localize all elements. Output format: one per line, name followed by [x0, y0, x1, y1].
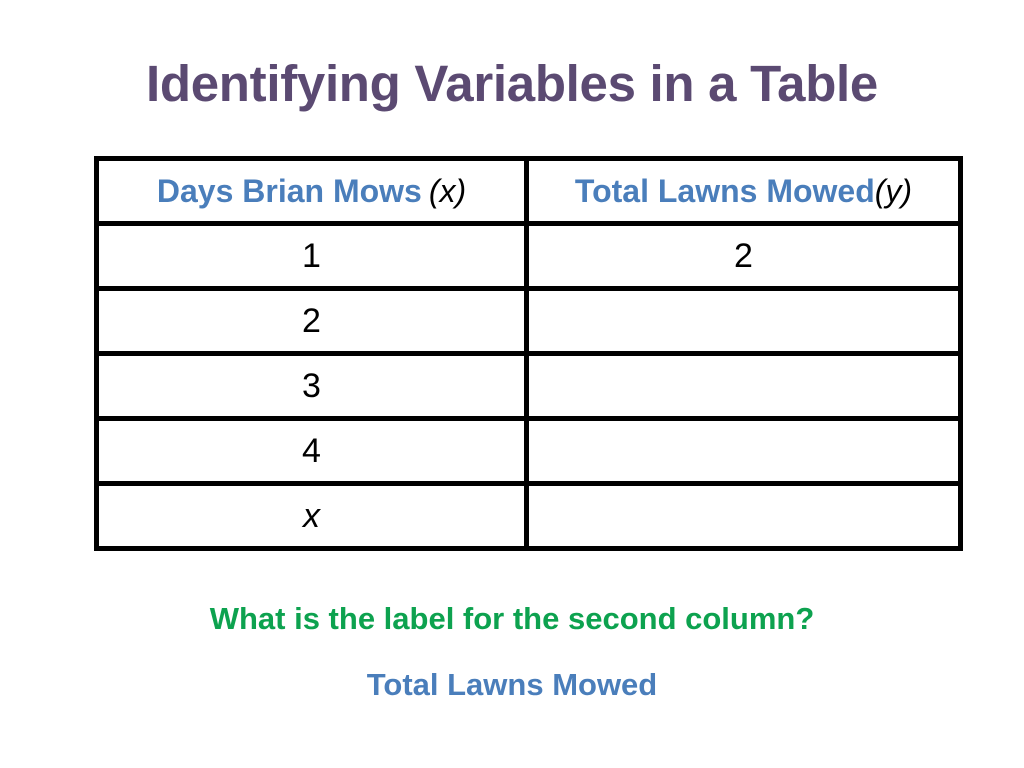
cell-r3c1: 3: [94, 351, 529, 421]
slide-canvas: Identifying Variables in a Table Days Br…: [0, 0, 1024, 768]
answer-text: Total Lawns Mowed: [366, 667, 658, 702]
cell-r5c2: [524, 481, 963, 551]
cell-r2c1: 2: [94, 286, 529, 356]
table-row: 4: [94, 416, 963, 486]
table-header-cell-x: Days Brian Mows (x): [94, 156, 529, 226]
table-row: 3: [94, 351, 963, 421]
cell-r4c1: 4: [94, 416, 529, 486]
page-title: Identifying Variables in a Table: [146, 55, 878, 112]
cell-r4c2: [524, 416, 963, 486]
cell-r1c2: 2: [524, 221, 963, 291]
table-header-cell-y: Total Lawns Mowed(y): [524, 156, 963, 226]
question-text: What is the label for the second column?: [209, 601, 815, 636]
table-row: 2: [94, 286, 963, 356]
table-row: x: [94, 481, 963, 551]
table-row: 1 2: [94, 221, 963, 291]
header-label-y: Total Lawns Mowed: [574, 173, 875, 209]
cell-r3c2: [524, 351, 963, 421]
variables-table: Days Brian Mows (x) Total Lawns Mowed(y) …: [94, 156, 963, 551]
header-variable-y: (y): [874, 173, 913, 209]
header-variable-x: (x): [428, 173, 467, 209]
cell-r2c2: [524, 286, 963, 356]
table-header-row: Days Brian Mows (x) Total Lawns Mowed(y): [94, 156, 963, 226]
cell-r1c1: 1: [94, 221, 529, 291]
cell-r5c1: x: [94, 481, 529, 551]
header-label-x: Days Brian Mows: [156, 173, 422, 209]
